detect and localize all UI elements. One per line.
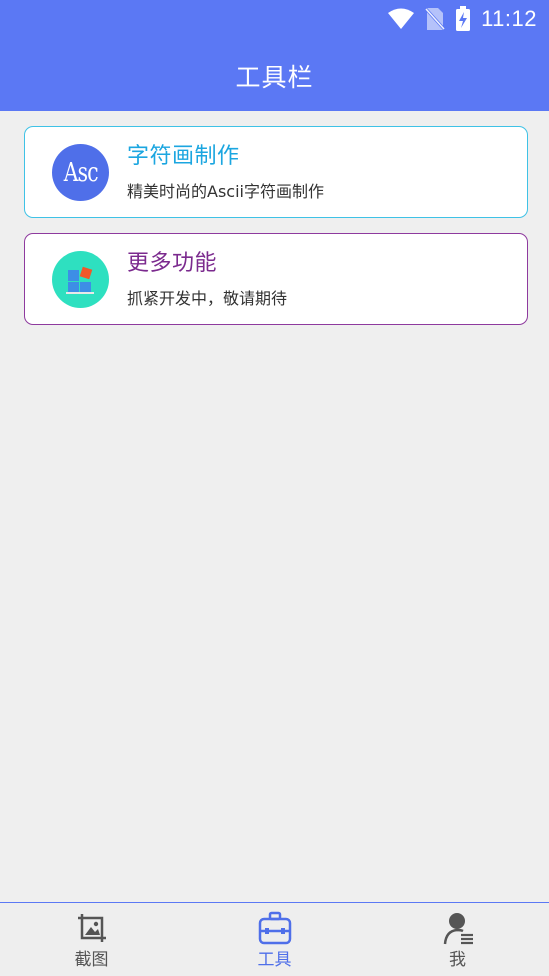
page-title: 工具栏 <box>235 63 314 92</box>
apps-icon <box>52 250 109 308</box>
nav-item-screenshot[interactable]: 截图 <box>0 903 183 976</box>
nav-label: 我 <box>449 950 466 970</box>
toolbox-icon <box>258 911 291 945</box>
asc-icon-text: Asc <box>63 157 98 188</box>
card-text: 更多功能 抓紧开发中，敬请期待 <box>127 249 287 310</box>
card-subtitle: 抓紧开发中，敬请期待 <box>127 288 288 308</box>
crop-image-icon <box>77 914 106 942</box>
status-bar: 11:12 <box>387 4 537 34</box>
card-subtitle: 精美时尚的Ascii字符画制作 <box>127 181 324 201</box>
nav-item-me[interactable]: 我 <box>366 903 549 976</box>
ascii-art-card[interactable]: Asc 字符画制作 精美时尚的Ascii字符画制作 <box>24 126 528 218</box>
card-text: 字符画制作 精美时尚的Ascii字符画制作 <box>127 142 324 203</box>
more-features-card[interactable]: 更多功能 抓紧开发中，敬请期待 <box>24 233 528 325</box>
status-time: 11:12 <box>481 6 537 31</box>
app-header: 11:12 工具栏 <box>0 0 549 111</box>
battery-charging-icon <box>456 6 471 31</box>
wifi-icon <box>388 8 415 29</box>
card-title: 字符画制作 <box>127 143 240 169</box>
nav-item-tools[interactable]: 工具 <box>183 903 366 976</box>
no-sim-icon <box>425 7 446 31</box>
nav-label: 截图 <box>74 950 109 970</box>
asc-icon: Asc <box>52 143 109 201</box>
app-root: 11:12 工具栏 Asc 字符画制作 精美时尚的Ascii字符画制作 更多功能… <box>0 0 549 976</box>
nav-label: 工具 <box>257 950 292 970</box>
card-title: 更多功能 <box>127 250 218 276</box>
bottom-nav: 截图 工具 我 <box>0 902 549 976</box>
profile-icon <box>443 913 473 945</box>
